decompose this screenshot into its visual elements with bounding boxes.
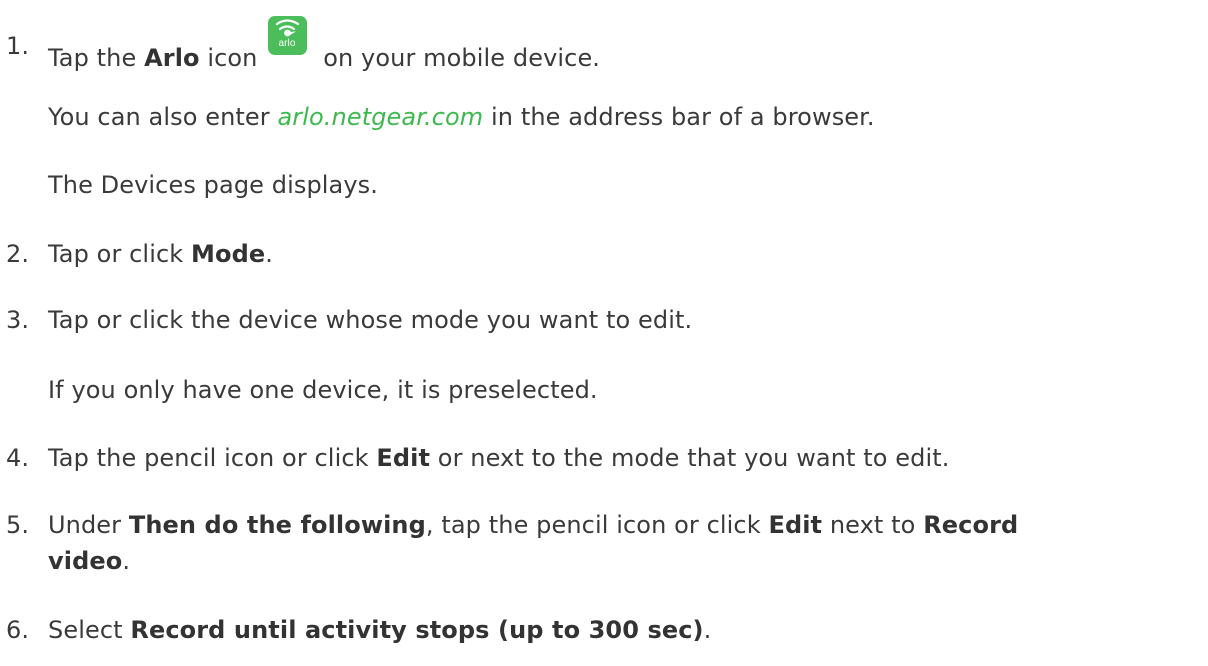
step-number: 6. xyxy=(6,616,30,644)
step-text: Tap or click Mode. xyxy=(48,240,273,268)
step-number: 1. xyxy=(6,32,30,60)
edit-label: Edit xyxy=(768,511,823,539)
then-do-label: Then do the following xyxy=(128,511,426,539)
step-text: Select Record until activity stops (up t… xyxy=(48,616,712,644)
devices-page-note: The Devices page displays. xyxy=(48,171,378,199)
step-number: 2. xyxy=(6,240,30,268)
arlo-web-link[interactable]: arlo.netgear.com xyxy=(277,103,483,131)
record-option-label: Record until activity stops (up to 300 s… xyxy=(130,616,704,644)
edit-label: Edit xyxy=(376,444,431,472)
step-5-continued: video. xyxy=(48,547,131,575)
video-label: video xyxy=(48,547,123,575)
browser-note: You can also enter arlo.netgear.com in t… xyxy=(48,103,875,131)
step-number: 4. xyxy=(6,444,30,472)
mode-label: Mode xyxy=(191,240,266,268)
step-text: Under Then do the following, tap the pen… xyxy=(48,511,1019,539)
arlo-icon-label: arlo xyxy=(278,38,296,49)
step-text: Tap the pencil icon or click Edit or nex… xyxy=(48,444,950,472)
step-number: 5. xyxy=(6,511,30,539)
step-text: Tap or click the device whose mode you w… xyxy=(48,306,693,334)
preselected-note: If you only have one device, it is prese… xyxy=(48,376,598,404)
step-number: 3. xyxy=(6,306,30,334)
arlo-app-icon[interactable]: arlo xyxy=(267,16,307,55)
step-text: Tap the Arlo icon arlo on your mobile de… xyxy=(48,16,600,74)
record-label: Record xyxy=(923,511,1019,539)
app-name: Arlo xyxy=(144,44,200,72)
